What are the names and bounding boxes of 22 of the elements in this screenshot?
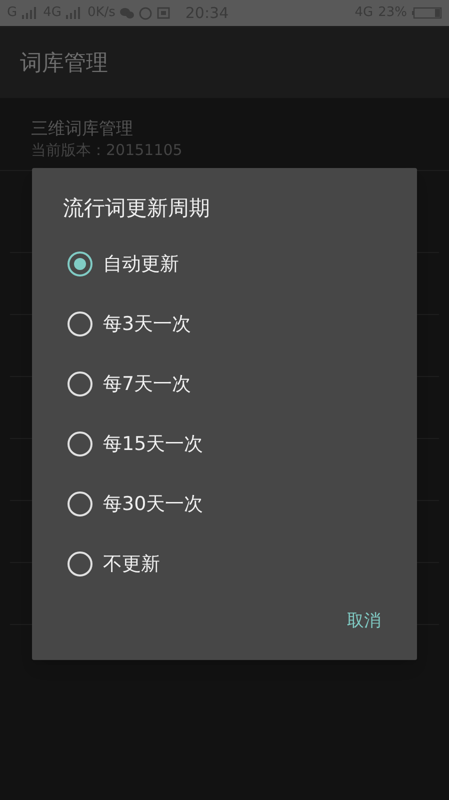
radio-option[interactable]: 每30天一次: [32, 474, 417, 534]
radio-option[interactable]: 每7天一次: [32, 354, 417, 414]
app-title: 词库管理: [20, 50, 108, 78]
image-icon: [157, 7, 170, 19]
radio-option[interactable]: 自动更新: [32, 234, 417, 294]
radio-option[interactable]: 每3天一次: [32, 294, 417, 354]
signal-icon: [66, 7, 82, 19]
radio-button[interactable]: [67, 491, 93, 517]
signal-icon: [22, 7, 38, 19]
radio-button[interactable]: [67, 251, 93, 277]
chat-icon: [120, 7, 134, 19]
radio-option[interactable]: 不更新: [32, 534, 417, 594]
radio-button[interactable]: [67, 551, 93, 577]
dialog-title: 流行词更新周期: [63, 195, 211, 222]
radio-button[interactable]: [67, 311, 93, 337]
radio-button[interactable]: [67, 431, 93, 457]
circle-icon: [139, 6, 152, 20]
list-item-title: 三维词库管理: [31, 118, 134, 140]
cancel-button[interactable]: 取消: [347, 608, 381, 634]
battery-icon: [412, 7, 442, 19]
radio-option[interactable]: 每15天一次: [32, 414, 417, 474]
radio-button[interactable]: [67, 371, 93, 397]
